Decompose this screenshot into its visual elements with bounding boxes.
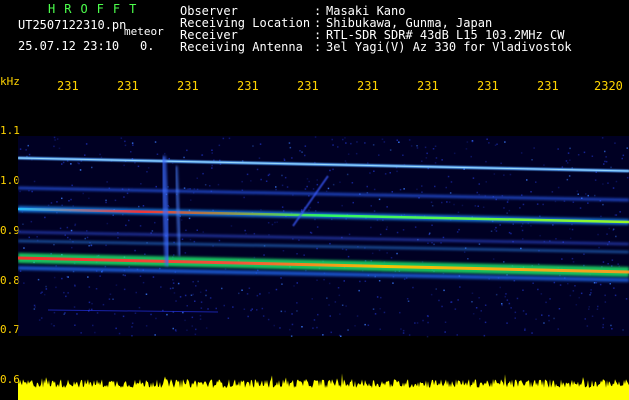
meteor-label: meteor <box>124 25 164 38</box>
hrofft-logo: HROFFT <box>48 2 146 16</box>
x-tick-2: 231 <box>117 79 139 93</box>
x-tick-4: 231 <box>237 79 259 93</box>
x-tick-3: 231 <box>177 79 199 93</box>
noise-floor <box>18 373 629 400</box>
x-tick-10: 2320 <box>594 79 623 93</box>
y-tick-0.7: 0.7 <box>0 323 20 336</box>
x-tick-9: 231 <box>537 79 559 93</box>
datetime-label: 25.07.12 23:10 <box>18 39 120 53</box>
counter-label: 0. <box>140 39 155 53</box>
filename-label: UT2507122310.pn <box>18 18 127 32</box>
y-tick-0.9: 0.9 <box>0 224 20 237</box>
antenna-label: Receiving Antenna <box>180 40 303 54</box>
y-tick-1.0: 1.0 <box>0 174 20 187</box>
waterfall-image <box>18 136 629 400</box>
y-tick-0.6: 0.6 <box>0 373 20 386</box>
y-tick-0.8: 0.8 <box>0 274 20 287</box>
y-tick-1.1: 1.1 <box>0 124 20 137</box>
x-tick-7: 231 <box>417 79 439 93</box>
x-tick-1: 231 <box>57 79 79 93</box>
y-unit-label: kHz <box>0 75 20 88</box>
x-tick-8: 231 <box>477 79 499 93</box>
x-tick-6: 231 <box>357 79 379 93</box>
spectrogram-plot <box>18 96 629 400</box>
x-tick-5: 231 <box>297 79 319 93</box>
antenna-value: 3el Yagi(V) Az 330 for Vladivostok <box>326 40 572 54</box>
colon-4: : <box>314 40 322 54</box>
